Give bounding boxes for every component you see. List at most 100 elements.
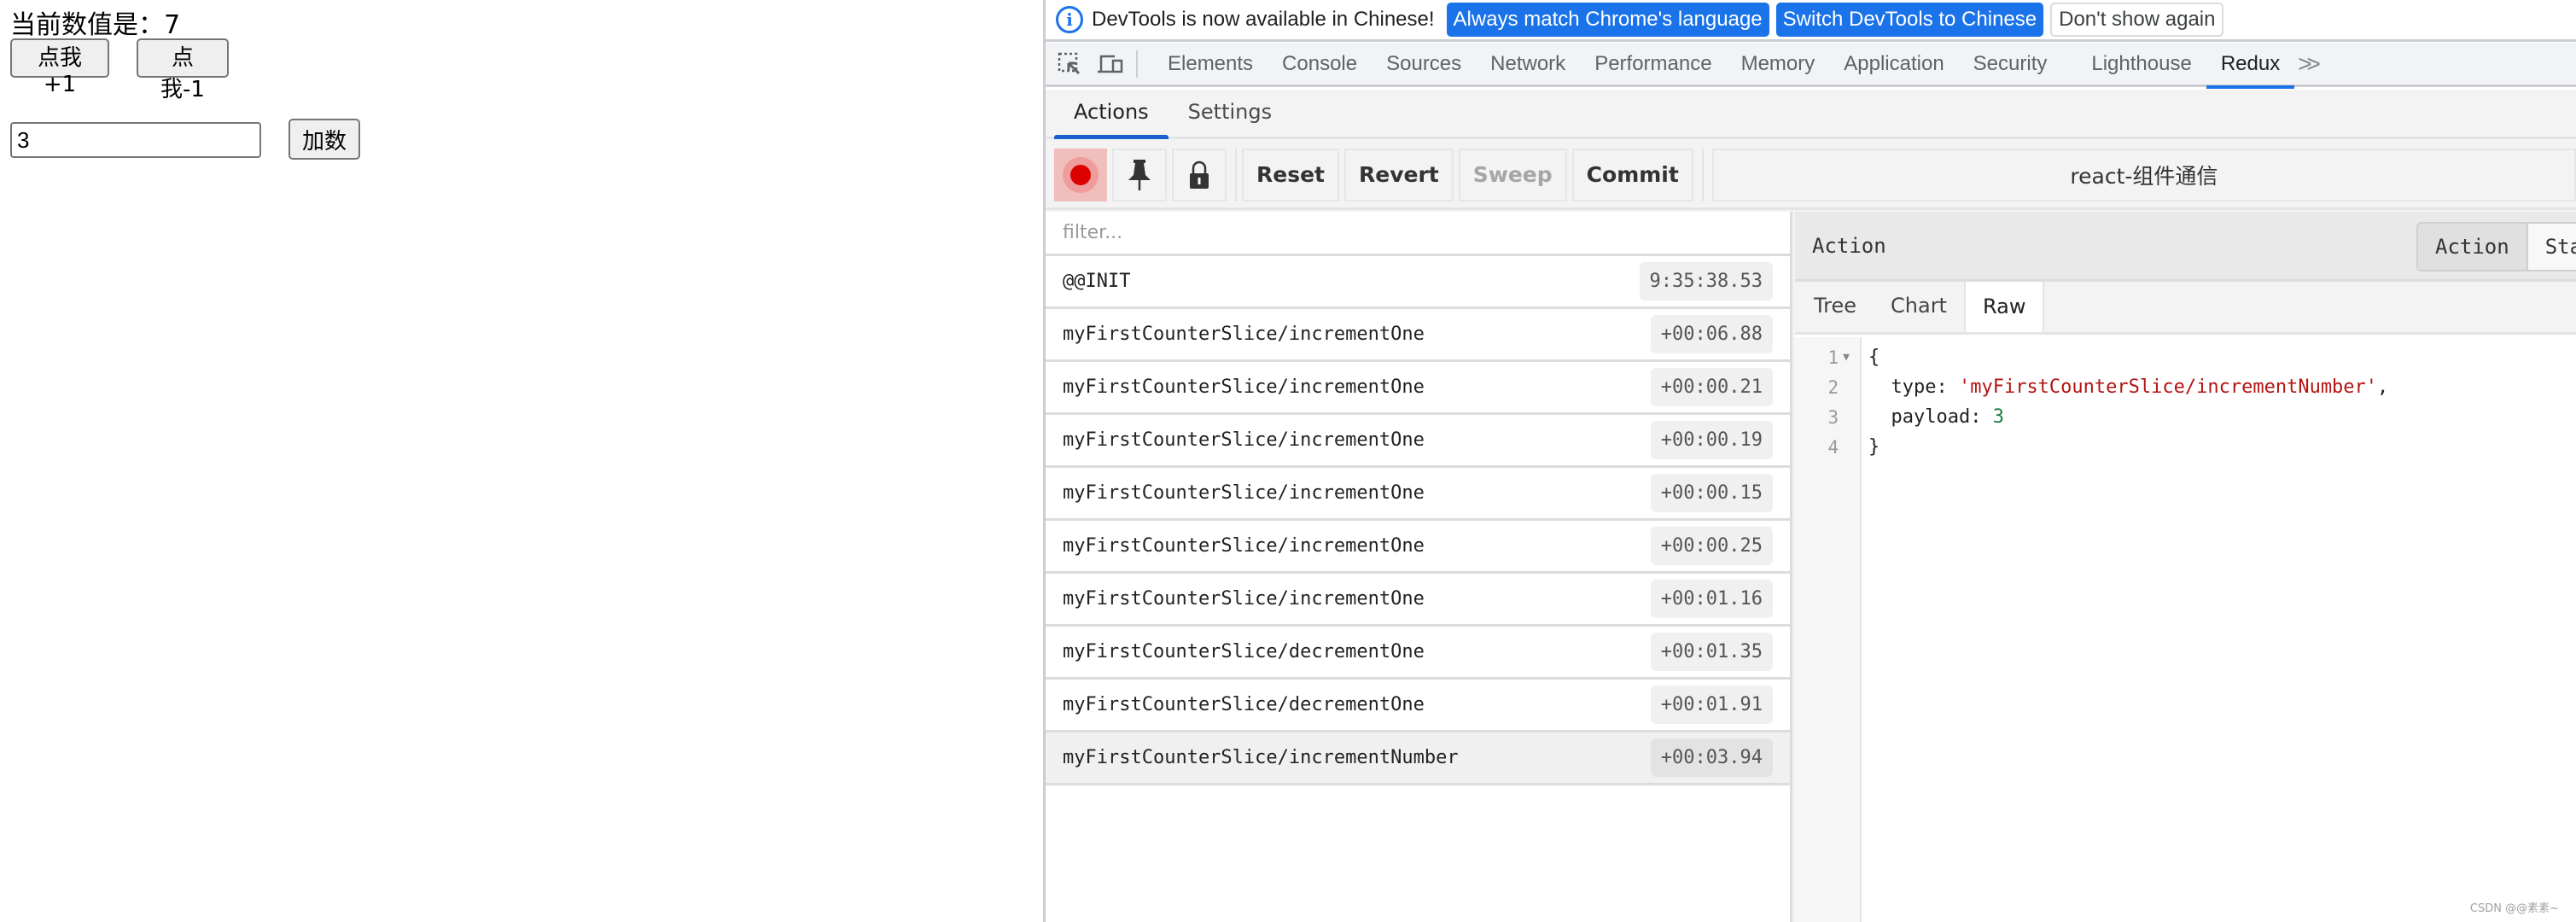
tab-lighthouse[interactable]: Lighthouse (2077, 42, 2206, 86)
action-name: myFirstCounterSlice/incrementOne (1063, 535, 1425, 557)
payload-value: 3 (1992, 406, 2004, 428)
record-icon (1063, 156, 1099, 193)
action-time: +00:00.25 (1650, 527, 1773, 565)
language-infobar: i DevTools is now available in Chinese! … (1046, 0, 2576, 42)
tab-sources[interactable]: Sources (1372, 42, 1476, 86)
segment-action[interactable]: Action (2418, 224, 2528, 270)
number-input[interactable] (10, 122, 261, 158)
action-row[interactable]: myFirstCounterSlice/decrementOne +00:01.3… (1046, 627, 1790, 680)
action-row[interactable]: myFirstCounterSlice/incrementOne +00:00.2… (1046, 362, 1790, 415)
action-row[interactable]: myFirstCounterSlice/incrementOne +00:06.8… (1046, 309, 1790, 362)
line-number: 4▼ (1827, 436, 1839, 458)
web-page: 当前数值是：7 点我+1 点我-1 加数 (0, 0, 1043, 922)
action-row[interactable]: myFirstCounterSlice/incrementOne +00:00.2… (1046, 521, 1790, 574)
subtab-raw[interactable]: Raw (1963, 279, 2045, 332)
sweep-button[interactable]: Sweep (1458, 148, 1567, 201)
type-value: 'myFirstCounterSlice/incrementNumber' (1958, 376, 2378, 398)
fold-arrow-icon[interactable]: ▼ (1843, 351, 1850, 364)
action-detail-pane: Action Action Sta Tree Chart Raw 1▼ 2▼ 3… (1795, 212, 2576, 922)
action-row[interactable]: myFirstCounterSlice/decrementOne +00:01.9… (1046, 680, 1790, 732)
pin-icon (1128, 159, 1151, 190)
action-time: +00:03.94 (1650, 738, 1773, 777)
tab-application[interactable]: Application (1829, 42, 1958, 86)
action-name: myFirstCounterSlice/incrementOne (1063, 482, 1425, 504)
switch-to-chinese-button[interactable]: Switch DevTools to Chinese (1775, 3, 2044, 37)
tab-settings[interactable]: Settings (1169, 87, 1291, 137)
toolbar-divider (1701, 148, 1704, 201)
action-rows: @@INIT 9:35:38.53 myFirstCounterSlice/incr… (1046, 256, 1790, 785)
line-number: 2▼ (1827, 376, 1839, 398)
action-row[interactable]: @@INIT 9:35:38.53 (1046, 256, 1790, 309)
record-button[interactable] (1054, 148, 1107, 201)
revert-button[interactable]: Revert (1344, 148, 1454, 201)
decrement-button[interactable]: 点我-1 (137, 38, 229, 102)
device-toolbar-icon[interactable] (1093, 47, 1128, 81)
action-time: +00:01.91 (1650, 686, 1773, 724)
action-row[interactable]: myFirstCounterSlice/incrementNumber +00:0… (1046, 732, 1790, 785)
devtools-tabbar: Elements Console Sources Network Perform… (1046, 42, 2576, 89)
action-name: myFirstCounterSlice/incrementOne (1063, 324, 1425, 345)
action-name: @@INIT (1063, 271, 1131, 292)
action-row[interactable]: myFirstCounterSlice/incrementOne +00:01.1… (1046, 574, 1790, 627)
tab-actions[interactable]: Actions (1054, 87, 1169, 139)
action-time: +00:06.88 (1650, 315, 1773, 353)
code-line: type: 'myFirstCounterSlice/incrementNumb… (1868, 376, 2389, 398)
filter-input[interactable] (1063, 222, 1773, 243)
instance-selector[interactable]: react-组件通信 (1711, 148, 2576, 201)
action-name: myFirstCounterSlice/decrementOne (1063, 641, 1425, 662)
infobar-message: DevTools is now available in Chinese! (1092, 8, 1435, 31)
code-line: payload: 3 (1868, 406, 2004, 428)
reset-button[interactable]: Reset (1242, 148, 1339, 201)
subtab-tree[interactable]: Tree (1797, 279, 1874, 332)
subtab-chart[interactable]: Chart (1874, 279, 1964, 332)
devtools-panel: i DevTools is now available in Chinese! … (1043, 0, 2576, 922)
pin-button[interactable] (1112, 148, 1167, 201)
commit-button[interactable]: Commit (1571, 148, 1693, 201)
tab-memory[interactable]: Memory (1727, 42, 1830, 86)
current-value: 7 (164, 10, 181, 40)
line-number: 3▼ (1827, 406, 1839, 428)
code-lines: { type: 'myFirstCounterSlice/incrementNu… (1862, 337, 2388, 922)
action-row[interactable]: myFirstCounterSlice/incrementOne +00:00.1… (1046, 415, 1790, 468)
value-label: 当前数值是： (10, 10, 164, 40)
tab-console[interactable]: Console (1268, 42, 1372, 86)
inspect-element-icon[interactable] (1052, 47, 1087, 81)
raw-code-editor[interactable]: 1▼ 2▼ 3▼ 4▼ { type: 'myFirstCounterSlice… (1795, 337, 2576, 922)
action-list: @@INIT 9:35:38.53 myFirstCounterSlice/incr… (1046, 212, 1792, 922)
current-value-heading: 当前数值是：7 (10, 3, 180, 41)
redux-devtools: Actions Settings Reset Revert Sweep Comm… (1046, 90, 2576, 922)
filter-bar (1046, 212, 1790, 256)
code-line: } (1868, 436, 1880, 458)
tab-elements[interactable]: Elements (1153, 42, 1268, 86)
action-name: myFirstCounterSlice/incrementOne (1063, 376, 1425, 398)
increment-button[interactable]: 点我+1 (10, 38, 109, 97)
action-row[interactable]: myFirstCounterSlice/incrementOne +00:00.1… (1046, 468, 1790, 521)
action-name: myFirstCounterSlice/incrementNumber (1063, 747, 1459, 768)
more-tabs-icon[interactable]: >> (2298, 50, 2321, 78)
action-name: myFirstCounterSlice/incrementOne (1063, 429, 1425, 451)
redux-toolbar: Reset Revert Sweep Commit react-组件通信 (1046, 142, 2576, 210)
action-name: myFirstCounterSlice/decrementOne (1063, 694, 1425, 715)
line-number: 1 ▼ (1827, 347, 1850, 368)
tab-performance[interactable]: Performance (1580, 42, 1726, 86)
segment-state[interactable]: Sta (2527, 224, 2576, 270)
add-number-button[interactable]: 加数 (288, 119, 360, 160)
lock-button[interactable] (1172, 148, 1227, 201)
line-number-gutter: 1▼ 2▼ 3▼ 4▼ (1795, 337, 1862, 922)
detail-title: Action (1812, 233, 1886, 258)
action-time: 9:35:38.53 (1639, 262, 1773, 301)
dont-show-again-button[interactable]: Don't show again (2050, 3, 2224, 37)
tab-redux[interactable]: Redux (2206, 42, 2295, 89)
action-time: +00:01.16 (1650, 580, 1773, 618)
lock-icon (1190, 160, 1209, 189)
action-time: +00:00.21 (1650, 368, 1773, 406)
code-line: { (1868, 347, 1880, 368)
redux-tabs: Actions Settings (1046, 90, 2576, 139)
tab-network[interactable]: Network (1476, 42, 1580, 86)
action-time: +00:00.15 (1650, 474, 1773, 512)
match-language-button[interactable]: Always match Chrome's language (1446, 3, 1769, 37)
watermark: CSDN @@素素~ (2469, 902, 2559, 915)
action-time: +00:01.35 (1650, 633, 1773, 671)
tab-security[interactable]: Security (1959, 42, 2062, 86)
info-icon: i (1056, 6, 1083, 33)
